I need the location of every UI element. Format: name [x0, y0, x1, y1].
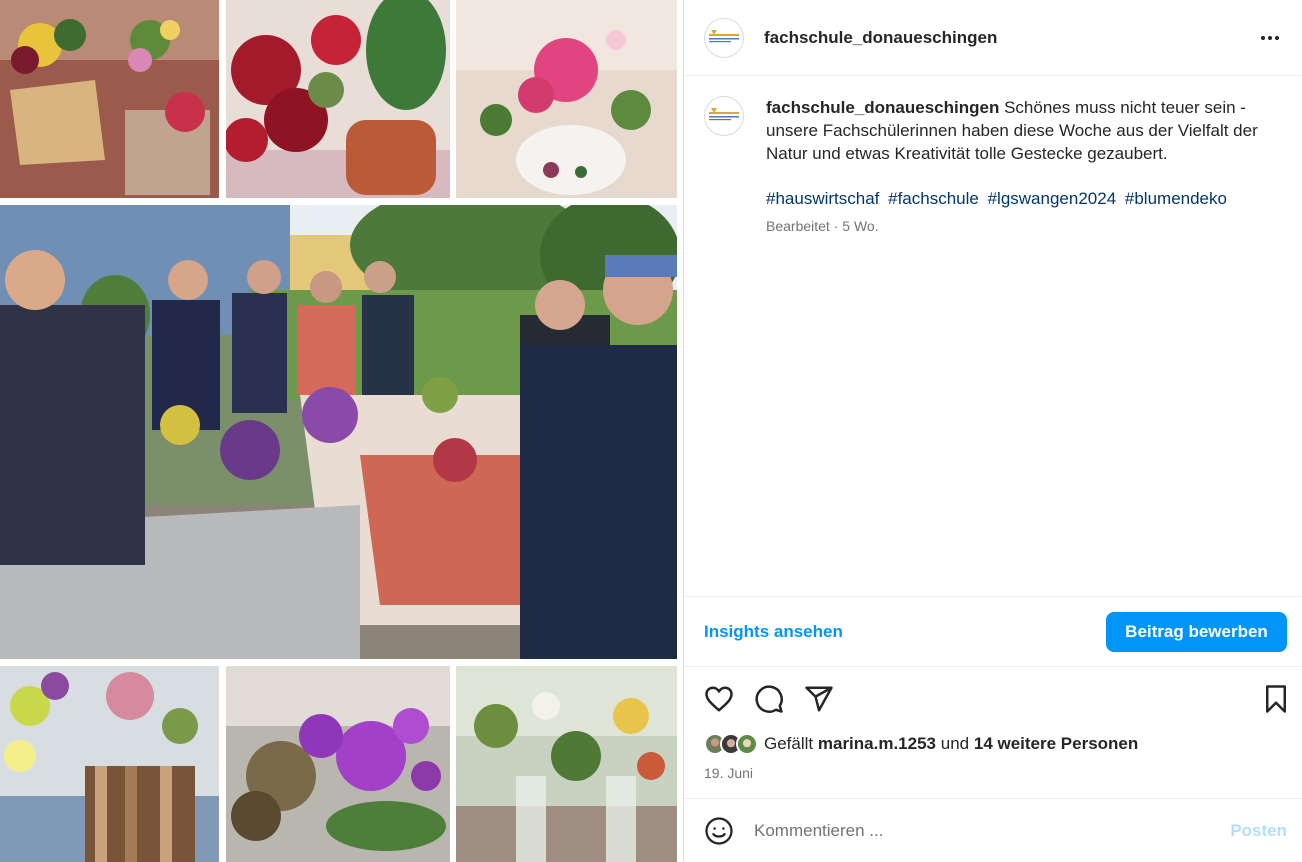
edited-label: Bearbeitet	[766, 218, 830, 234]
school-logo-icon	[709, 29, 739, 42]
post-header: fachschule_donaueschingen	[684, 0, 1302, 76]
liker-avatars[interactable]	[704, 733, 758, 755]
photo-bouquet-paper-bag	[0, 0, 219, 198]
post-comment-button[interactable]: Posten	[1230, 821, 1287, 841]
photo-pink-flowers-cup	[456, 0, 677, 198]
promote-post-button[interactable]: Beitrag bewerben	[1106, 611, 1287, 652]
insights-bar: Insights ansehen Beitrag bewerben	[684, 596, 1302, 667]
emoji-smile-icon[interactable]	[704, 816, 734, 846]
hashtag-link[interactable]: #blumendeko	[1125, 189, 1227, 208]
bookmark-icon[interactable]	[1261, 684, 1291, 714]
likes-user-link[interactable]: marina.m.1253	[818, 734, 936, 754]
photo-glass-vases-wildflowers	[456, 666, 677, 862]
hashtag-link[interactable]: #hauswirtschaf	[766, 189, 879, 208]
photo-purple-asters	[226, 666, 450, 862]
heart-icon[interactable]	[704, 684, 734, 714]
likes-prefix: Gefällt	[764, 734, 814, 753]
post-date[interactable]: 19. Juni	[704, 765, 753, 781]
action-bar	[684, 680, 1302, 720]
meta-separator: ·	[833, 218, 843, 234]
hashtag-list: #hauswirtschaf #fachschule #lgswangen202…	[766, 187, 1276, 210]
photo-red-flowers-pot	[226, 0, 450, 198]
header-username[interactable]: fachschule_donaueschingen	[764, 28, 997, 48]
profile-avatar[interactable]	[704, 17, 744, 58]
comment-bubble-icon[interactable]	[754, 684, 784, 714]
post-media-collage[interactable]	[0, 0, 683, 862]
post-age[interactable]: 5 Wo.	[842, 218, 878, 234]
view-insights-link[interactable]: Insights ansehen	[704, 622, 843, 642]
paper-plane-icon[interactable]	[804, 684, 834, 714]
likes-others-link[interactable]: 14 weitere Personen	[974, 734, 1138, 754]
photo-log-vase-arrangement	[0, 666, 219, 862]
likes-and: und	[940, 734, 970, 753]
photo-group-flower-workshop	[0, 205, 677, 659]
caption-username[interactable]: fachschule_donaueschingen	[766, 98, 999, 117]
liker-avatar	[736, 733, 758, 755]
comment-bar: Posten	[684, 798, 1302, 862]
post-meta: Bearbeitet · 5 Wo.	[766, 218, 1276, 234]
caption-avatar[interactable]	[704, 96, 744, 136]
caption-text: fachschule_donaueschingen Schönes muss n…	[766, 96, 1276, 165]
comment-input[interactable]	[754, 820, 1194, 841]
post-side-panel: fachschule_donaueschingen fachschule_don…	[683, 0, 1302, 862]
hashtag-link[interactable]: #lgswangen2024	[988, 189, 1117, 208]
school-logo-icon	[709, 108, 739, 121]
more-options-icon[interactable]	[1258, 26, 1282, 50]
caption-section: fachschule_donaueschingen Schönes muss n…	[684, 76, 1302, 596]
hashtag-link[interactable]: #fachschule	[888, 189, 979, 208]
likes-summary: Gefällt marina.m.1253 und 14 weitere Per…	[704, 733, 1138, 755]
